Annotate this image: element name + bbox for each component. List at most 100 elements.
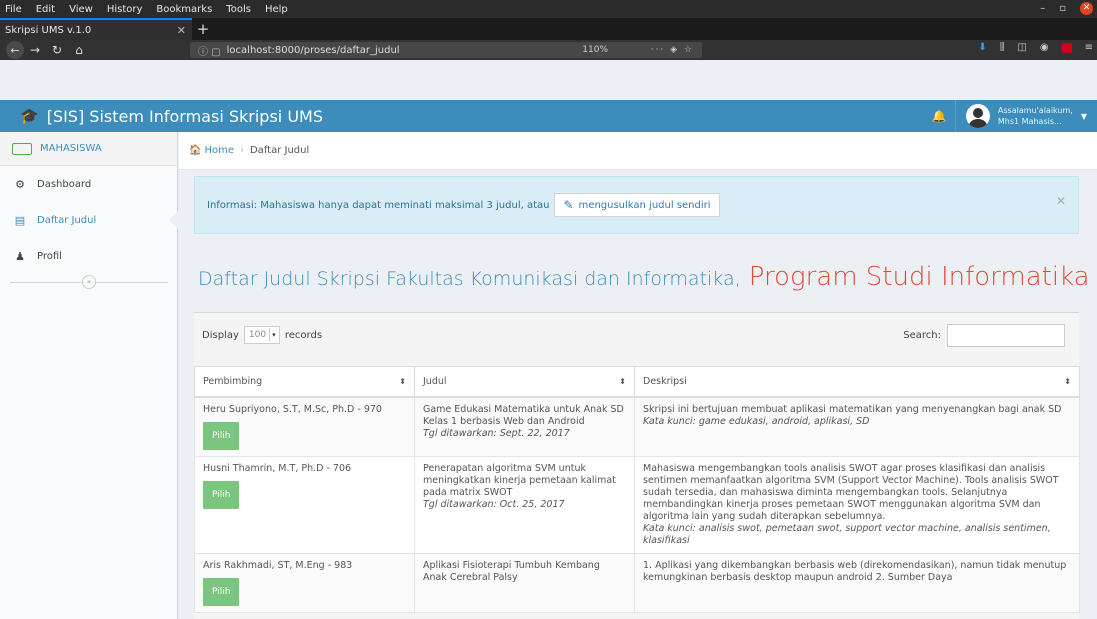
- display-label: Display: [202, 329, 239, 341]
- breadcrumb-home[interactable]: 🏠 Home: [189, 145, 234, 156]
- sidebar-item-profil[interactable]: ♟ Profil: [0, 238, 177, 274]
- chevron-down-icon: ▼: [1080, 111, 1087, 121]
- records-per-page-select[interactable]: 100 ▾: [243, 326, 280, 344]
- monitor-icon: [12, 142, 32, 155]
- sort-icon: ⬍: [619, 377, 626, 386]
- deskripsi-text: Skripsi ini bertujuan membuat aplikasi m…: [643, 403, 1062, 415]
- cell-pembimbing: Heru Supriyono, S.T, M.Sc, Ph.D - 970 Pi…: [194, 396, 415, 457]
- pilih-button[interactable]: Pilih: [203, 577, 240, 606]
- table-search: Search:: [903, 324, 1065, 347]
- back-icon[interactable]: ←: [6, 41, 24, 59]
- pembimbing-name: Husni Thamrin, M.T, Ph.D - 706: [203, 462, 352, 474]
- maximize-icon[interactable]: ▫: [1059, 3, 1066, 14]
- url-text: localhost:8000/proses/daftar_judul: [226, 44, 400, 56]
- sidebar-toggle-icon[interactable]: ◫: [1017, 42, 1026, 53]
- judul-text: Penerapatan algoritma SVM untuk meningka…: [423, 462, 616, 498]
- menu-history[interactable]: History: [100, 4, 150, 15]
- breadcrumb-current: Daftar Judul: [249, 145, 310, 156]
- menu-view[interactable]: View: [62, 4, 100, 15]
- sidebar-collapse-icon[interactable]: «: [82, 275, 96, 289]
- toolbar-icons: ⬇ ⫼ ◫ ◉ ≡: [978, 42, 1093, 53]
- table-controls: Display 100 ▾ records Search:: [194, 313, 1079, 357]
- tab-title: Skripsi UMS v.1.0: [5, 24, 92, 36]
- alert-text: Informasi: Mahasiswa hanya dapat meminat…: [207, 199, 550, 211]
- download-icon[interactable]: ⬇: [978, 42, 986, 53]
- cell-deskripsi: 1. Aplikasi yang dikembangkan berbasis w…: [634, 552, 1080, 613]
- sort-icon: ⬍: [1064, 377, 1071, 386]
- reload-icon[interactable]: ↻: [46, 43, 68, 57]
- column-header-judul[interactable]: Judul ⬍: [414, 366, 635, 398]
- page-title-prodi: Program Studi Informatika: [748, 262, 1090, 292]
- close-window-icon[interactable]: ✕: [1080, 2, 1093, 15]
- sidebar-item-label: Profil: [37, 250, 62, 262]
- page-title-main: Daftar Judul Skripsi Fakultas Komunikasi…: [198, 268, 741, 290]
- addon-icon[interactable]: [1061, 42, 1072, 53]
- library-icon[interactable]: ⫼: [1000, 42, 1005, 53]
- search-label: Search:: [903, 330, 941, 341]
- judul-text: Aplikasi Fisioterapi Tumbuh Kembang Anak…: [423, 559, 600, 583]
- new-tab-button[interactable]: +: [192, 18, 214, 40]
- close-tab-icon[interactable]: ✕: [177, 24, 186, 37]
- cell-pembimbing: Aris Rakhmadi, ST, M.Eng - 983 Pilih: [194, 552, 415, 613]
- menu-bookmarks[interactable]: Bookmarks: [149, 4, 219, 15]
- column-header-deskripsi[interactable]: Deskripsi ⬍: [634, 366, 1080, 398]
- suggest-title-button[interactable]: ✎ mengusulkan judul sendiri: [554, 193, 720, 217]
- menu-tools[interactable]: Tools: [219, 4, 258, 15]
- sort-icon: ⬍: [399, 377, 406, 386]
- minimize-icon[interactable]: –: [1040, 3, 1045, 14]
- pilih-button[interactable]: Pilih: [203, 421, 240, 450]
- avatar: [965, 104, 990, 128]
- search-input[interactable]: [947, 324, 1065, 347]
- app-header: 🎓 [SIS] Sistem Informasi Skripsi UMS 🔔 A…: [0, 100, 1097, 132]
- window-controls: – ▫ ✕: [1040, 2, 1093, 15]
- pembimbing-name: Aris Rakhmadi, ST, M.Eng - 983: [203, 559, 353, 571]
- extension-icon[interactable]: ◉: [1040, 42, 1049, 53]
- menu-help[interactable]: Help: [258, 4, 295, 15]
- menu-edit[interactable]: Edit: [29, 4, 62, 15]
- breadcrumb-separator: ›: [239, 145, 244, 156]
- menu-file[interactable]: File: [0, 4, 29, 15]
- sidebar-item-daftar-judul[interactable]: ▤ Daftar Judul: [0, 202, 178, 238]
- sidebar-item-dashboard[interactable]: ⚙ Dashboard: [0, 166, 177, 202]
- browser-menubar: File Edit View History Bookmarks Tools H…: [0, 0, 1097, 18]
- judul-text: Game Edukasi Matematika untuk Anak SD Ke…: [423, 403, 624, 427]
- column-header-label: Pembimbing: [203, 375, 263, 387]
- user-menu[interactable]: Assalamu'alaikum, Mhs1 Mahasis... ▼: [956, 100, 1097, 132]
- forward-icon[interactable]: →: [24, 43, 46, 57]
- pilih-button[interactable]: Pilih: [203, 480, 240, 509]
- dashboard-icon: ⚙: [15, 177, 25, 191]
- page-info-icon[interactable]: ⓘ ▢: [198, 43, 221, 58]
- notification-bell-icon[interactable]: 🔔: [924, 100, 956, 132]
- user-name: Mhs1 Mahasis...: [997, 117, 1062, 126]
- info-alert: Informasi: Mahasiswa hanya dapat meminat…: [194, 176, 1079, 234]
- sidebar-header-label: MAHASISWA: [40, 143, 102, 154]
- hamburger-menu-icon[interactable]: ≡: [1085, 42, 1093, 53]
- cell-deskripsi: Mahasiswa mengembangkan tools analisis S…: [634, 455, 1080, 554]
- sidebar-header: MAHASISWA: [0, 132, 177, 166]
- pembimbing-name: Heru Supriyono, S.T, M.Sc, Ph.D - 970: [203, 403, 382, 415]
- thesis-table: Pembimbing ⬍ Judul ⬍ Deskripsi ⬍ Heru Supri…: [194, 366, 1080, 613]
- tgl-ditawarkan: Tgl ditawarkan: Sept. 22, 2017: [423, 427, 570, 439]
- chevron-down-icon: ▾: [268, 328, 278, 342]
- close-icon[interactable]: ✕: [1056, 194, 1066, 208]
- zoom-level[interactable]: 110%: [582, 45, 608, 55]
- cell-judul: Game Edukasi Matematika untuk Anak SD Ke…: [414, 396, 635, 457]
- app-brand[interactable]: 🎓 [SIS] Sistem Informasi Skripsi UMS: [0, 107, 323, 126]
- tgl-ditawarkan: Tgl ditawarkan: Oct. 25, 2017: [423, 498, 565, 510]
- brand-title: [SIS] Sistem Informasi Skripsi UMS: [46, 106, 323, 126]
- sidebar: MAHASISWA ⚙ Dashboard ▤ Daftar Judul ♟ P…: [0, 132, 178, 619]
- column-header-label: Deskripsi: [643, 375, 687, 387]
- url-bar[interactable]: ⓘ ▢ localhost:8000/proses/daftar_judul 1…: [190, 42, 702, 58]
- cell-judul: Aplikasi Fisioterapi Tumbuh Kembang Anak…: [414, 552, 635, 613]
- browser-navbar: ← → ↻ ⌂ ⓘ ▢ localhost:8000/proses/daftar…: [0, 40, 1097, 60]
- suggest-title-label: mengusulkan judul sendiri: [578, 199, 711, 211]
- home-icon[interactable]: ⌂: [68, 43, 90, 57]
- table-row: Heru Supriyono, S.T, M.Sc, Ph.D - 970 Pi…: [194, 396, 1080, 457]
- breadcrumb: 🏠 Home › Daftar Judul: [179, 132, 1097, 170]
- page-title: Daftar Judul Skripsi Fakultas Komunikasi…: [198, 262, 1090, 292]
- sidebar-item-label: Dashboard: [37, 178, 92, 190]
- page-actions-icon[interactable]: ··· ◈ ☆: [651, 45, 694, 55]
- column-header-pembimbing[interactable]: Pembimbing ⬍: [194, 366, 415, 398]
- records-per-page-value: 100: [248, 330, 267, 340]
- browser-tab[interactable]: Skripsi UMS v.1.0 ✕: [0, 18, 192, 40]
